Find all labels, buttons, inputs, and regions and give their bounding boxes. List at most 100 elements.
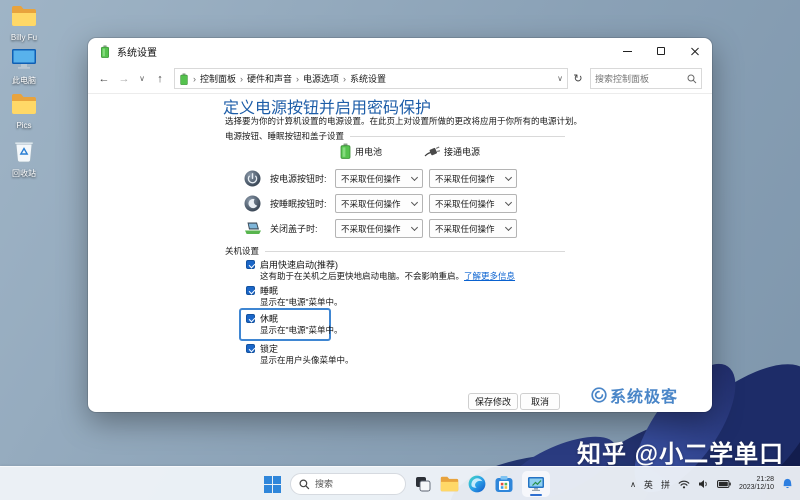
- chevron-down-icon: [505, 173, 512, 180]
- breadcrumb-control-panel[interactable]: 控制面板: [198, 72, 238, 85]
- plugged-in-column-header: 接通电源: [424, 145, 480, 158]
- sleep-option: 睡眠 显示在"电源"菜单中。: [246, 284, 515, 308]
- chevron-down-icon: [411, 173, 418, 180]
- option-description: 这有助于在关机之后更快地启动电脑。不会影响重启。了解更多信息: [260, 271, 515, 282]
- desktop-icon-label: Pics: [2, 121, 46, 130]
- hibernate-checkbox[interactable]: [246, 314, 255, 323]
- refresh-icon[interactable]: ↻: [568, 72, 588, 85]
- row-label: 关闭盖子时:: [270, 222, 335, 235]
- lock-checkbox[interactable]: [246, 344, 255, 353]
- recent-pages-dropdown-icon[interactable]: ∨: [134, 74, 150, 83]
- control-panel-searchbox[interactable]: [590, 68, 702, 89]
- desktop-icon-this-pc[interactable]: 此电脑: [2, 48, 46, 85]
- search-icon: [687, 74, 697, 84]
- control-panel-search-input[interactable]: [595, 74, 687, 84]
- address-bar[interactable]: › 控制面板 › 硬件和声音 › 电源选项 › 系统设置 ∨: [174, 68, 568, 89]
- power-settings-rows: 按电源按钮时: 不采取任何操作 不采取任何操作 按睡眠按钮时: 不采取任何操作: [244, 166, 517, 241]
- learn-more-link[interactable]: 了解更多信息: [464, 271, 515, 281]
- taskbar-searchbox[interactable]: [290, 473, 406, 495]
- ime-language-indicator[interactable]: 英: [644, 478, 653, 491]
- clock-date: 2023/12/10: [739, 484, 774, 493]
- maximize-button[interactable]: [644, 38, 678, 64]
- chevron-down-icon: [505, 198, 512, 205]
- power-buttons-section-header: 电源按钮、睡眠按钮和盖子设置: [225, 130, 565, 142]
- breadcrumb-separator: ›: [341, 74, 348, 84]
- close-lid-plugged-dropdown[interactable]: 不采取任何操作: [429, 219, 517, 238]
- speaker-icon[interactable]: [698, 479, 709, 489]
- sleep-button-battery-dropdown[interactable]: 不采取任何操作: [335, 194, 423, 213]
- save-changes-button[interactable]: 保存修改: [468, 393, 518, 410]
- sleep-checkbox[interactable]: [246, 286, 255, 295]
- close-button[interactable]: [678, 38, 712, 64]
- clock-time: 21:28: [739, 476, 774, 485]
- power-button-plugged-dropdown[interactable]: 不采取任何操作: [429, 169, 517, 188]
- chevron-down-icon: [411, 223, 418, 230]
- file-explorer-icon[interactable]: [440, 476, 459, 492]
- row-label: 按电源按钮时:: [270, 172, 335, 185]
- edge-browser-icon[interactable]: [468, 475, 486, 493]
- address-power-options-icon: [179, 73, 189, 85]
- close-lid-battery-dropdown[interactable]: 不采取任何操作: [335, 219, 423, 238]
- taskbar-search-input[interactable]: [315, 479, 385, 489]
- fast-startup-checkbox[interactable]: [246, 260, 255, 269]
- address-dropdown-icon[interactable]: ∨: [557, 74, 563, 83]
- forward-button[interactable]: →: [114, 73, 134, 85]
- back-button[interactable]: ←: [94, 73, 114, 85]
- up-button[interactable]: ↑: [150, 73, 170, 85]
- zhihu-watermark: 知乎 @小二学单口: [577, 434, 784, 469]
- section-divider: [350, 136, 565, 137]
- shutdown-section-header: 关机设置: [225, 245, 565, 257]
- start-button[interactable]: [264, 476, 281, 493]
- window-titlebar[interactable]: 系统设置: [88, 38, 712, 64]
- wifi-icon[interactable]: [678, 479, 690, 489]
- sleep-button-plugged-dropdown[interactable]: 不采取任何操作: [429, 194, 517, 213]
- breadcrumb-separator: ›: [294, 74, 301, 84]
- desktop-icon-label: 回收站: [2, 169, 46, 178]
- desktop-icon-pics[interactable]: Pics: [2, 93, 46, 130]
- folder-icon: [11, 14, 37, 31]
- ime-mode-indicator[interactable]: 拼: [661, 478, 670, 491]
- row-label: 按睡眠按钮时:: [270, 197, 335, 210]
- hibernate-option-highlighted: 休眠 显示在"电源"菜单中。: [239, 308, 331, 341]
- on-battery-column-header: 用电池: [340, 143, 382, 159]
- desktop-icon-label: 此电脑: [2, 76, 46, 85]
- breadcrumb-separator: ›: [191, 74, 198, 84]
- power-button-battery-dropdown[interactable]: 不采取任何操作: [335, 169, 423, 188]
- power-button-icon: [244, 170, 262, 187]
- recycle-bin-icon: [13, 150, 35, 167]
- option-description: 显示在"电源"菜单中。: [260, 325, 324, 336]
- chevron-down-icon: [411, 198, 418, 205]
- chevron-down-icon: [505, 223, 512, 230]
- desktop-icon-recycle-bin[interactable]: 回收站: [2, 139, 46, 178]
- task-view-icon[interactable]: [415, 476, 431, 492]
- clock[interactable]: 21:28 2023/12/10: [739, 476, 774, 493]
- active-app-system-settings[interactable]: [522, 471, 550, 497]
- page-content: 定义电源按钮并启用密码保护 选择要为你的计算机设置的电源设置。在此页上对设置所做…: [88, 94, 712, 412]
- brand-watermark: 系统极客: [591, 383, 678, 407]
- page-description: 选择要为你的计算机设置的电源设置。在此页上对设置所做的更改将应用于你所有的电源计…: [225, 115, 582, 127]
- breadcrumb-hardware-sound[interactable]: 硬件和声音: [245, 72, 294, 85]
- desktop-icon-label: Billy Fu: [2, 33, 46, 42]
- settings-window: 系统设置 ← → ∨ ↑ › 控制面板 › 硬件和声音 › 电源选项 › 系统设…: [88, 38, 712, 412]
- navigation-toolbar: ← → ∨ ↑ › 控制面板 › 硬件和声音 › 电源选项 › 系统设置 ∨ ↻: [88, 64, 712, 94]
- column-headers: 用电池 接通电源: [340, 143, 480, 159]
- minimize-button[interactable]: [610, 38, 644, 64]
- window-title: 系统设置: [117, 44, 157, 59]
- desktop-icon-billy-fu[interactable]: Billy Fu: [2, 5, 46, 42]
- breadcrumb-system-settings[interactable]: 系统设置: [348, 72, 388, 85]
- microsoft-store-icon[interactable]: [495, 475, 513, 493]
- taskbar: ∧ 英 拼 21:28 2023/12/10: [0, 466, 800, 500]
- breadcrumb-power-options[interactable]: 电源选项: [301, 72, 341, 85]
- sleep-button-icon: [244, 195, 262, 212]
- active-app-indicator: [530, 494, 542, 497]
- plug-icon: [424, 145, 440, 157]
- notification-bell-icon[interactable]: [782, 478, 793, 490]
- brand-logo-icon: [591, 387, 607, 403]
- power-options-app-icon: [99, 45, 111, 58]
- search-icon: [299, 479, 310, 490]
- section-divider: [265, 251, 565, 252]
- option-description: 显示在用户头像菜单中。: [260, 355, 515, 366]
- battery-tray-icon[interactable]: [717, 480, 731, 488]
- cancel-button[interactable]: 取消: [520, 393, 560, 410]
- tray-overflow-chevron[interactable]: ∧: [630, 480, 636, 489]
